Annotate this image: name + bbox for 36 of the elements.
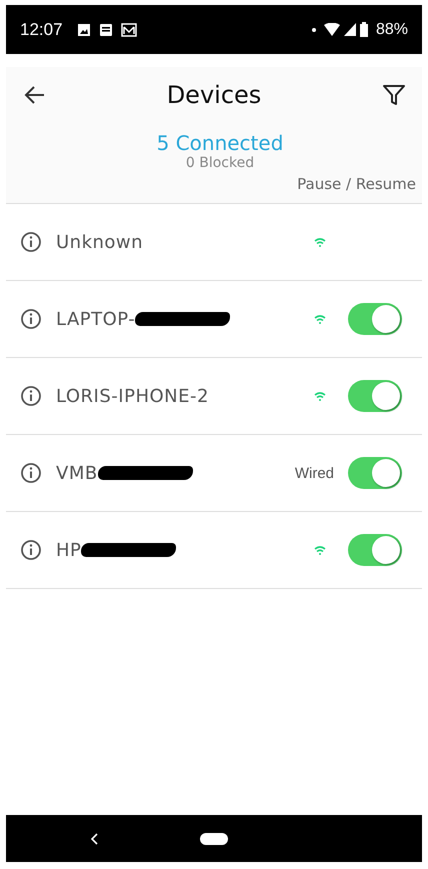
message-icon	[98, 22, 113, 36]
column-label: Pause / Resume	[296, 174, 416, 195]
pause-toggle[interactable]	[348, 303, 402, 335]
pause-toggle[interactable]	[348, 534, 402, 566]
battery-level: 88%	[376, 20, 408, 38]
page-title: Devices	[166, 81, 262, 109]
device-name: HP	[56, 540, 82, 560]
info-icon[interactable]	[20, 385, 42, 407]
pause-toggle[interactable]	[348, 457, 402, 489]
info-icon[interactable]	[20, 308, 42, 330]
mail-icon	[120, 22, 137, 36]
device-name: LORIS-IPHONE-2	[56, 386, 209, 406]
wifi-icon	[314, 238, 326, 246]
home-button[interactable]	[200, 832, 228, 844]
info-icon[interactable]	[20, 462, 42, 484]
wifi-icon	[324, 23, 340, 36]
filter-icon[interactable]	[382, 83, 406, 107]
dot-icon	[312, 28, 316, 32]
device-name: LAPTOP-	[56, 308, 136, 330]
info-icon[interactable]	[20, 231, 42, 253]
blocked-count: 0 Blocked	[184, 155, 256, 171]
wifi-icon	[314, 546, 326, 554]
image-icon	[76, 22, 91, 36]
device-name: Unknown	[56, 232, 144, 252]
battery-icon	[360, 22, 368, 37]
pause-toggle[interactable]	[348, 380, 402, 412]
back-icon[interactable]	[24, 85, 46, 105]
back-icon[interactable]	[90, 832, 100, 846]
clock: 12:07	[20, 20, 63, 40]
device-name: VMB	[56, 462, 98, 484]
info-icon[interactable]	[20, 539, 42, 561]
wifi-icon	[314, 392, 326, 400]
connected-count: 5 Connected	[156, 131, 284, 155]
connection-type: Wired	[294, 464, 334, 482]
wifi-icon	[314, 314, 326, 324]
signal-icon	[344, 23, 356, 36]
